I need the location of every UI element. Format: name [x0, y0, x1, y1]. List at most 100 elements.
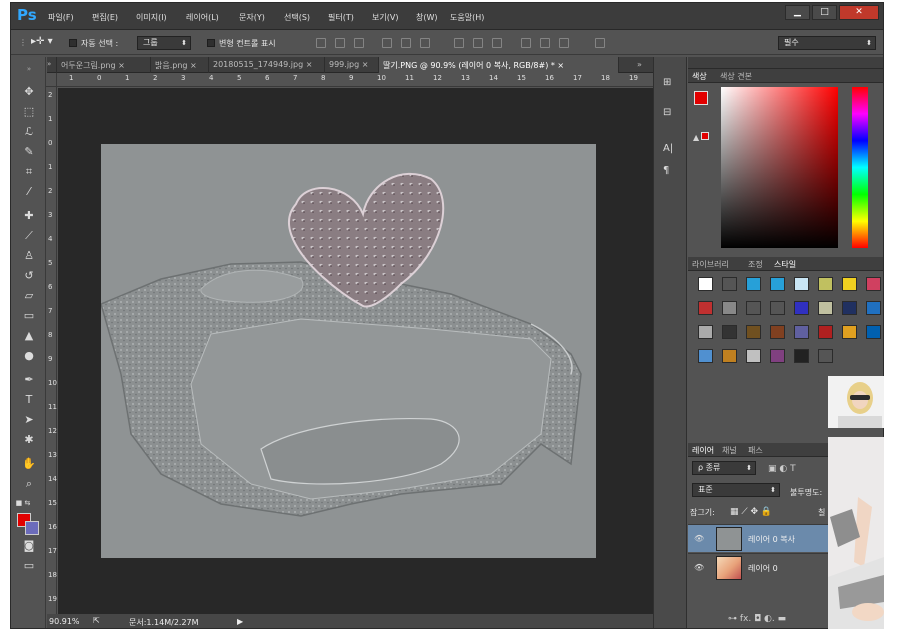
visibility-eye-icon[interactable]: 👁	[694, 534, 704, 543]
hand-tool-icon[interactable]: ✋	[20, 455, 38, 472]
shape-tool-icon[interactable]: ✱	[20, 431, 38, 448]
style-swatch[interactable]	[698, 301, 713, 315]
character-panel-icon[interactable]: A|	[663, 143, 673, 154]
history-brush-icon[interactable]: ↺	[20, 267, 38, 284]
color-fg-swatch[interactable]	[694, 91, 708, 105]
tab-color[interactable]: 색상	[692, 71, 707, 82]
transform-controls-checkbox[interactable]: 변형 컨트롤 표시	[207, 38, 276, 49]
style-swatch[interactable]	[746, 301, 761, 315]
tab-adjustments[interactable]: 조정	[748, 259, 763, 270]
tab-paths[interactable]: 패스	[748, 445, 763, 456]
menu-image[interactable]: 이미지(I)	[136, 12, 167, 23]
eyedropper-tool-icon[interactable]: ⁄	[20, 183, 38, 200]
tab-swatches[interactable]: 색상 견본	[720, 71, 752, 82]
align-left-icon[interactable]	[382, 38, 392, 48]
tab-dark-picture[interactable]: 어두운그림.png ×	[57, 57, 151, 73]
hue-slider[interactable]	[852, 87, 868, 248]
style-swatch[interactable]	[794, 349, 809, 363]
canvas-area[interactable]	[58, 88, 653, 614]
stamp-tool-icon[interactable]: ♙	[20, 247, 38, 264]
zoom-tool-icon[interactable]: ⌕	[20, 475, 38, 492]
auto-align-icon[interactable]	[595, 38, 605, 48]
style-swatch[interactable]	[770, 349, 785, 363]
tabs-more-icon[interactable]: »	[637, 57, 653, 73]
style-swatch[interactable]	[770, 325, 785, 339]
swap-colors-icon[interactable]: ■ ⇆	[14, 495, 32, 512]
actions-panel-icon[interactable]: ⊟	[663, 107, 671, 118]
crop-tool-icon[interactable]: ⌗	[20, 163, 38, 180]
gradient-tool-icon[interactable]: ▭	[20, 307, 38, 324]
distribute-left-icon[interactable]	[521, 38, 531, 48]
distribute-hcenter-icon[interactable]	[540, 38, 550, 48]
healing-tool-icon[interactable]: ✚	[20, 207, 38, 224]
tab-channels[interactable]: 채널	[722, 445, 737, 456]
style-swatch[interactable]	[746, 325, 761, 339]
close-button[interactable]: ✕	[839, 5, 879, 20]
style-swatch[interactable]	[842, 325, 857, 339]
background-color-swatch[interactable]	[25, 521, 39, 535]
style-swatch[interactable]	[818, 349, 833, 363]
layers-footer-icons[interactable]: ⊶ fx. ◘ ◐. ▬	[728, 614, 786, 624]
layer-filter-icons[interactable]: ▣ ◐ T	[768, 464, 796, 474]
menu-filter[interactable]: 필터(T)	[328, 12, 354, 23]
align-bottom-icon[interactable]	[354, 38, 364, 48]
style-swatch[interactable]	[722, 277, 737, 291]
move-tool-icon[interactable]: ▸✛ ▾	[31, 36, 53, 47]
export-icon[interactable]: ⇱	[93, 616, 100, 625]
marquee-tool-icon[interactable]: ⬚	[20, 103, 38, 120]
paragraph-panel-icon[interactable]: ¶	[663, 165, 669, 176]
layer-name[interactable]: 레이어 0 복사	[748, 534, 795, 545]
align-hcenter-icon[interactable]	[401, 38, 411, 48]
style-swatch[interactable]	[698, 277, 713, 291]
style-swatch[interactable]	[794, 325, 809, 339]
style-swatch[interactable]	[866, 301, 881, 315]
lasso-tool-icon[interactable]: ℒ	[20, 123, 38, 140]
tab-libraries[interactable]: 라이브러리	[692, 259, 729, 270]
auto-select-checkbox[interactable]: 자동 선택 :	[69, 38, 118, 49]
style-swatch[interactable]	[866, 277, 881, 291]
style-swatch[interactable]	[842, 301, 857, 315]
align-right-icon[interactable]	[420, 38, 430, 48]
distribute-right-icon[interactable]	[559, 38, 569, 48]
style-swatch[interactable]	[842, 277, 857, 291]
style-swatch[interactable]	[722, 325, 737, 339]
dodge-tool-icon[interactable]: ●	[20, 347, 38, 364]
distribute-bottom-icon[interactable]	[492, 38, 502, 48]
status-arrow-icon[interactable]: ▶	[237, 617, 243, 626]
align-vcenter-icon[interactable]	[335, 38, 345, 48]
history-panel-icon[interactable]: ⊞	[663, 77, 671, 88]
zoom-level[interactable]: 90.91%	[49, 617, 80, 626]
layer-row[interactable]: 👁 레이어 0	[688, 553, 838, 581]
color-spectrum[interactable]	[721, 87, 838, 248]
tab-styles[interactable]: 스타일	[774, 259, 796, 270]
tab-20180515[interactable]: 20180515_174949.jpg ×	[209, 57, 325, 73]
style-swatch[interactable]	[818, 325, 833, 339]
style-swatch[interactable]	[698, 325, 713, 339]
screen-mode-icon[interactable]: ▭	[20, 557, 38, 574]
pen-tool-icon[interactable]: ✒	[20, 371, 38, 388]
menu-help[interactable]: 도움말(H)	[450, 12, 484, 23]
style-swatch[interactable]	[818, 277, 833, 291]
tabs-collapse-icon[interactable]: »	[47, 57, 57, 73]
style-swatch[interactable]	[770, 301, 785, 315]
align-top-icon[interactable]	[316, 38, 326, 48]
style-swatch[interactable]	[722, 301, 737, 315]
maximize-button[interactable]: □	[812, 5, 837, 20]
type-tool-icon[interactable]: T	[20, 391, 38, 408]
style-swatch[interactable]	[794, 301, 809, 315]
distribute-top-icon[interactable]	[454, 38, 464, 48]
collapse-icon[interactable]: »	[20, 61, 38, 78]
menu-view[interactable]: 보기(V)	[372, 12, 398, 23]
style-swatch[interactable]	[722, 349, 737, 363]
path-select-icon[interactable]: ➤	[20, 411, 38, 428]
menu-layer[interactable]: 레이어(L)	[186, 12, 219, 23]
style-swatch[interactable]	[866, 325, 881, 339]
document-image[interactable]	[101, 144, 596, 558]
tab-bright[interactable]: 밝음.png ×	[151, 57, 209, 73]
lock-icons[interactable]: ▦ ⟋ ✥ 🔒	[730, 507, 772, 517]
style-swatch[interactable]	[746, 349, 761, 363]
move-tool-icon[interactable]: ✥	[20, 83, 38, 100]
distribute-vcenter-icon[interactable]	[473, 38, 483, 48]
menu-select[interactable]: 선택(S)	[284, 12, 310, 23]
layer-filter-dropdown[interactable]: ρ 종류	[692, 461, 756, 475]
